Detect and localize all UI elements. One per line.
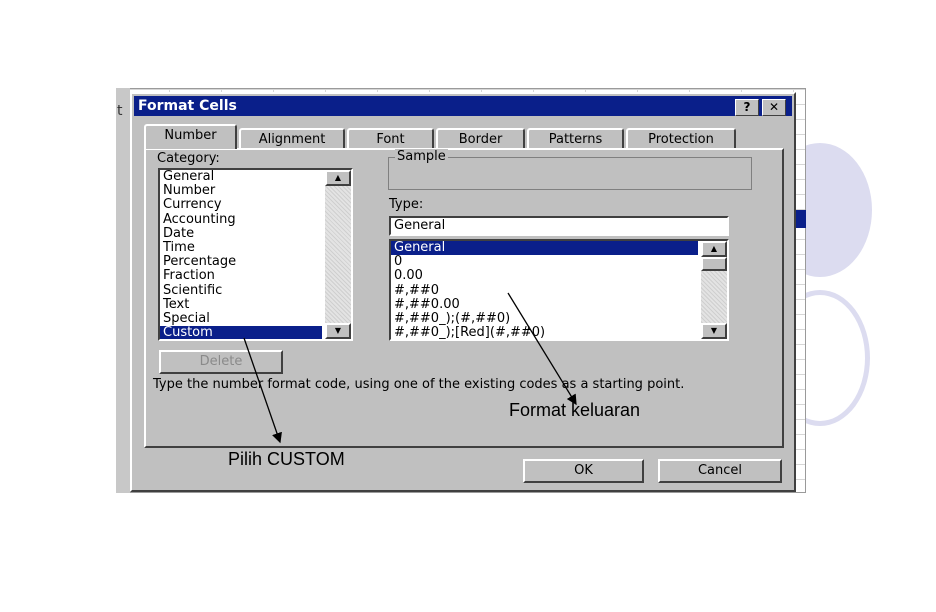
arrow-to-format-note <box>507 292 577 406</box>
tab-number[interactable]: Number <box>144 124 237 149</box>
annotation-format-keluaran: Format keluaran <box>509 400 641 420</box>
annotation-pilih-custom: Pilih CUSTOM <box>228 449 345 469</box>
arrow-to-custom-note <box>243 337 282 444</box>
annotation-arrows <box>243 292 577 444</box>
